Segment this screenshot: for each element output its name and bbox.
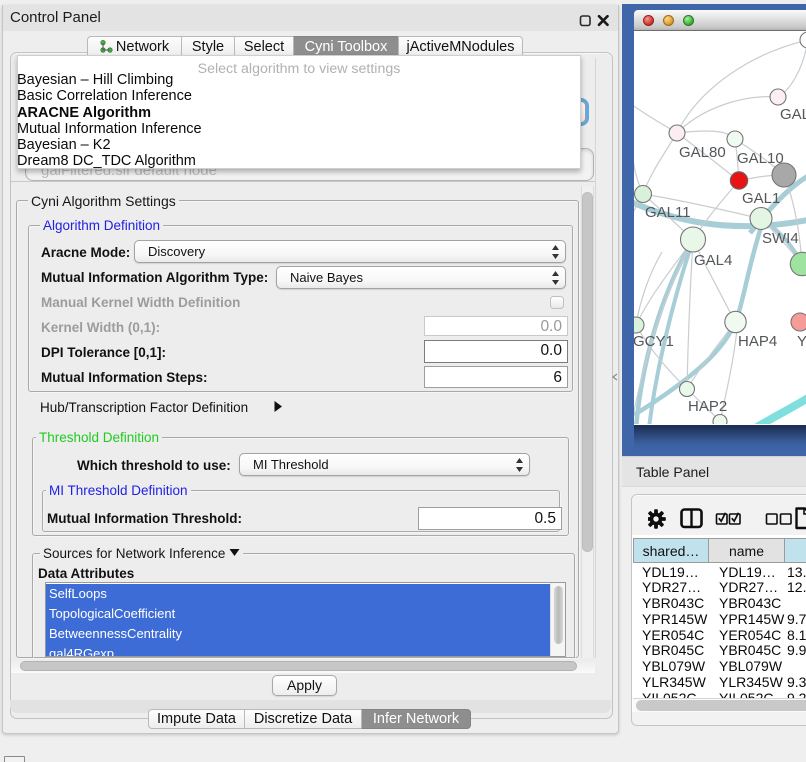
svg-text:GAL1: GAL1 (742, 190, 780, 207)
svg-text:GAL4: GAL4 (694, 252, 732, 269)
svg-text:GAL10: GAL10 (737, 150, 784, 167)
svg-text:GAL11: GAL11 (645, 204, 691, 221)
svg-text:GCY1: GCY1 (634, 333, 674, 350)
svg-text:SWI4: SWI4 (762, 230, 799, 247)
svg-text:GAL7: GAL7 (780, 106, 806, 123)
svg-text:GAL80: GAL80 (679, 144, 726, 161)
svg-text:HAP2: HAP2 (688, 398, 727, 415)
svg-text:HAP4: HAP4 (738, 333, 777, 350)
svg-text:Y: Y (797, 333, 806, 350)
